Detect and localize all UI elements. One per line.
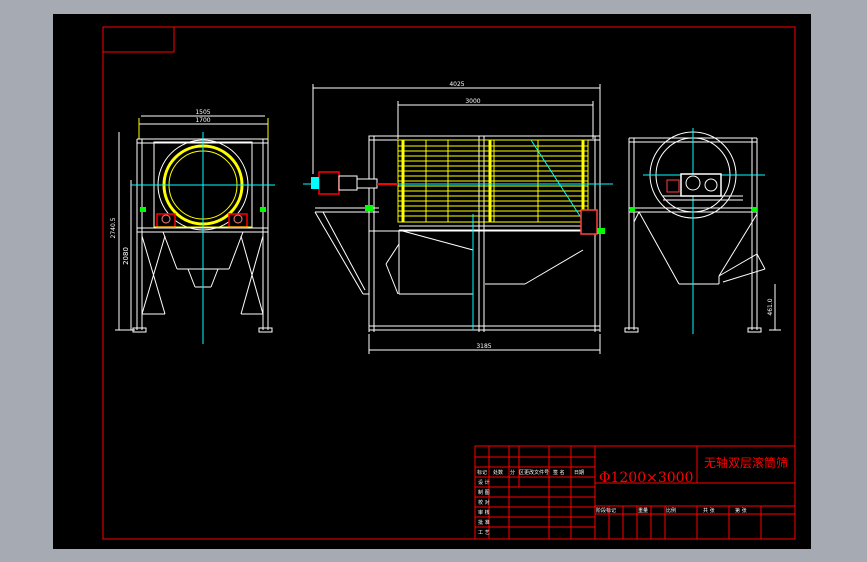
front-dim-3000: 3000: [465, 98, 480, 105]
tb-bottom-4: 第 张: [735, 507, 747, 514]
tb-row-2: 校 对: [478, 499, 490, 506]
drawing-title: 无轴双层滚筒筛: [704, 455, 788, 470]
tb-bottom-2: 比例: [666, 507, 676, 514]
front-dim-4025: 4025: [449, 81, 464, 88]
tb-header-5: 日期: [574, 470, 584, 476]
tb-row-4: 批 准: [478, 519, 490, 526]
tb-row-3: 审 核: [478, 509, 490, 516]
tb-header-1: 处数: [493, 469, 503, 476]
tb-header-0: 标记: [477, 469, 487, 476]
tb-bottom-3: 共 张: [703, 507, 715, 514]
left-dim-2740: 2740.5: [110, 217, 117, 238]
front-view: [312, 84, 601, 354]
tb-header-3: 区更改文件号: [519, 469, 549, 476]
tb-header-2: 分: [510, 469, 515, 476]
discharge-gear: [580, 209, 598, 235]
outer-frame: [102, 26, 796, 540]
front-drum: [397, 139, 589, 223]
right-dim-461: 461.0: [767, 298, 774, 315]
tb-bottom-1: 重量: [638, 507, 648, 514]
front-dim-3185: 3185: [476, 343, 491, 350]
left-dim-1505: 1505: [195, 109, 210, 116]
drive-motor: [311, 171, 398, 195]
tb-header-4: 签 名: [553, 469, 565, 476]
drawing-spec: Φ1200×3000: [599, 470, 693, 486]
tb-row-0: 设 计: [478, 479, 490, 486]
corner-code-box: [102, 26, 175, 53]
tb-bottom-0: 阶段标记: [596, 507, 616, 514]
tb-row-5: 工 艺: [478, 530, 490, 536]
left-dim-2080: 2080: [122, 247, 130, 265]
cad-drawing-canvas: 1505 1700 2740.5 2080 4025 3000 3185 461…: [53, 14, 811, 549]
right-side-view: [624, 137, 781, 333]
tb-row-1: 制 图: [478, 489, 490, 496]
right-drive-gearbox: [663, 173, 743, 201]
left-dim-1700: 1700: [195, 117, 210, 124]
